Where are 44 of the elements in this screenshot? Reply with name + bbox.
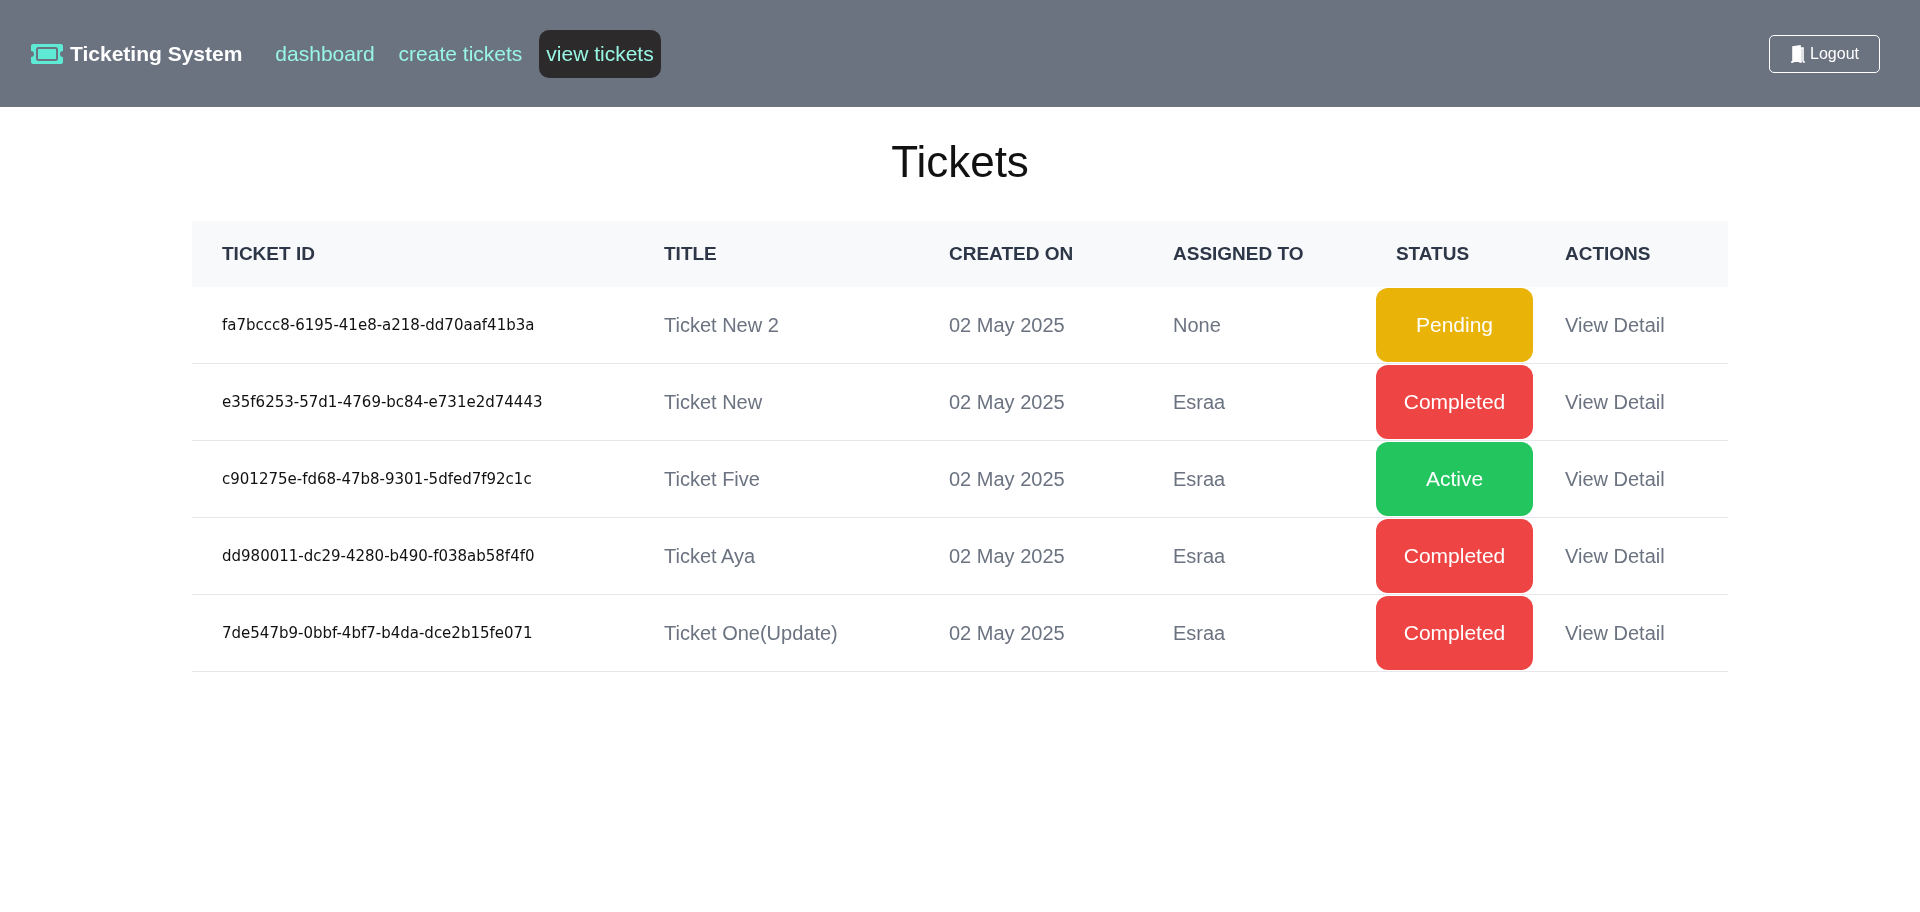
table-cell-text: 02 May 2025	[948, 467, 1066, 491]
table-cell-text: dd980011-dc29-4280-b490-f038ab58f4f0	[221, 547, 536, 565]
status-badge: Completed	[1376, 596, 1533, 670]
table-cell-text: Ticket New	[663, 390, 764, 414]
logout-button[interactable]: Logout	[1769, 34, 1880, 73]
table-cell-text: e35f6253-57d1-4769-bc84-e731e2d74443	[221, 393, 544, 411]
view-detail-link[interactable]: View Detail	[1565, 313, 1665, 336]
nav-link[interactable]: dashboard	[268, 29, 382, 78]
view-detail-link[interactable]: View Detail	[1565, 467, 1665, 490]
status-badge: Active	[1376, 442, 1533, 516]
column-header: ACTIONS	[1564, 243, 1652, 265]
status-badge: Pending	[1376, 288, 1533, 362]
table-cell-text: Esraa	[1172, 390, 1227, 414]
table-cell-text: Ticket One(Update)	[663, 621, 839, 645]
table-cell-text: 02 May 2025	[948, 621, 1066, 645]
table-cell-text: 7de547b9-0bbf-4bf7-b4da-dce2b15fe071	[221, 624, 534, 642]
view-detail-link[interactable]: View Detail	[1565, 621, 1665, 644]
column-header: STATUS	[1394, 243, 1471, 265]
page-title: Tickets	[890, 137, 1030, 187]
brand-name[interactable]: Ticketing System	[70, 41, 243, 66]
column-header: TICKET ID	[221, 243, 316, 265]
table-cell-text: Ticket Five	[663, 467, 761, 491]
table-cell-text: c901275e-fd68-47b8-9301-5dfed7f92c1c	[221, 470, 533, 488]
table-cell-text: 02 May 2025	[948, 313, 1066, 337]
column-header: TITLE	[663, 243, 718, 265]
table-cell-text: Ticket Aya	[663, 544, 757, 568]
ticket-icon	[30, 42, 64, 65]
table-cell-text: fa7bccc8-6195-41e8-a218-dd70aaf41b3a	[221, 316, 536, 334]
column-header: ASSIGNED TO	[1172, 243, 1305, 265]
status-badge: Completed	[1376, 365, 1533, 439]
table-cell-text: Ticket New 2	[663, 313, 780, 337]
table-cell-text: Esraa	[1172, 621, 1227, 645]
status-badge: Completed	[1376, 519, 1533, 593]
table-cell-text: Esraa	[1172, 544, 1227, 568]
table-cell-text: Esraa	[1172, 467, 1227, 491]
column-header: CREATED ON	[948, 243, 1075, 265]
table-cell-text: None	[1172, 313, 1222, 337]
nav-link[interactable]: view tickets	[539, 29, 661, 78]
view-detail-link[interactable]: View Detail	[1565, 390, 1665, 413]
view-detail-link[interactable]: View Detail	[1565, 544, 1665, 567]
table-cell-text: 02 May 2025	[948, 544, 1066, 568]
nav-link[interactable]: create tickets	[391, 29, 530, 78]
table-cell-text: 02 May 2025	[948, 390, 1066, 414]
door-icon	[1790, 44, 1807, 63]
